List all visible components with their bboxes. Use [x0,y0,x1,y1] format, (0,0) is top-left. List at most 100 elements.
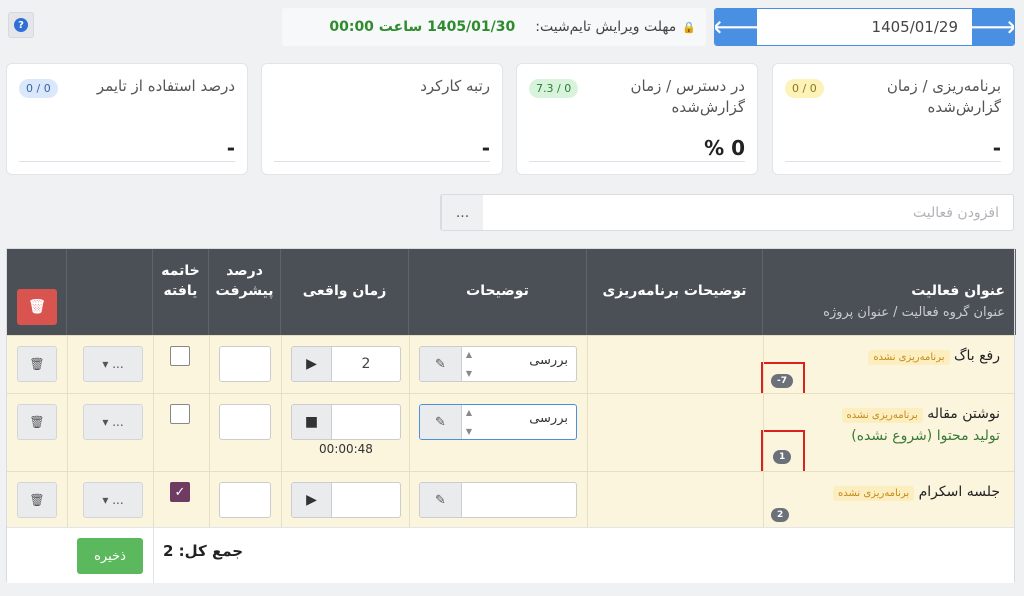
progress-input[interactable] [219,404,271,440]
activity-title: رفع باگ برنامه‌ریزی نشده [862,348,1000,365]
play-icon[interactable]: ▶ [292,483,332,517]
trash-icon: 🗑 [29,493,45,507]
card-title: درصد استفاده از تایمر [96,77,235,95]
activity-col-header: عنوان فعالیت عنوان گروه فعالیت / عنوان پ… [763,249,1016,335]
deadline-panel: 🔒 مهلت ویرایش تایم‌شیت: 1405/01/30 ساعت … [282,8,706,46]
prev-date-button[interactable]: 🡐 [714,9,761,45]
help-button[interactable]: ? [8,12,34,38]
unplanned-tag: برنامه‌ریزی نشده [832,486,915,501]
divider [67,335,68,527]
activity-name: رفع باگ [953,348,1000,364]
delete-all-button[interactable]: 🗑 [17,289,57,325]
row-menu-label: ... [112,493,124,507]
table-footer: ذخیره جمع کل: 2 [7,527,1014,583]
trash-icon: 🗑 [29,357,45,371]
stat-card-rank: رتبه کارکرد - [261,63,503,175]
desc-input[interactable] [462,483,576,517]
edit-icon[interactable]: ✎ [420,347,462,381]
card-badge: 0 / 0 [785,79,824,98]
done-checkbox[interactable] [170,346,190,366]
header-progress: درصد پیشرفت [215,263,274,299]
header-activity-sub: عنوان گروه فعالیت / عنوان پروژه [823,305,1005,320]
total-count: جمع کل: 2 [163,542,244,560]
activity-title: نوشتن مقاله برنامه‌ریزی نشده [836,406,1000,423]
time-col-header: زمان واقعی [281,249,409,335]
card-value: - [481,136,490,160]
delete-row-button[interactable]: 🗑 [17,404,57,440]
planning-desc-col-header: توضیحات برنامه‌ریزی [587,249,763,335]
desc-input[interactable]: بررسی [476,405,576,439]
progress-input[interactable] [219,346,271,382]
divider [209,335,210,527]
divider [19,161,235,162]
date-field[interactable]: 1405/01/29 [757,9,972,45]
delete-row-button[interactable]: 🗑 [17,346,57,382]
card-value: - [226,136,235,160]
next-date-button[interactable]: 🡒 [969,9,1014,45]
card-value: % 0 [704,136,745,160]
divider [274,161,490,162]
caret-down-icon: ▾ [102,493,109,507]
spin-icon: ▲ ▼ [465,408,473,436]
check-icon: ✓ [174,484,186,500]
activity-name: نوشتن مقاله [927,406,1000,422]
row-menu-button[interactable]: ▾ ... [83,482,143,518]
timesheet-table: 🗑 خاتمه یافته درصد پیشرفت زمان واقعی توض… [6,248,1016,583]
spin-icon: ▲ ▼ [465,350,473,378]
actual-time-field: ▶ [291,482,401,518]
card-title: رتبه کارکرد [420,77,490,95]
activity-subtitle: تولید محتوا (شروع نشده) [851,428,1000,444]
count-pill: 1 [773,450,792,464]
done-col-header: خاتمه یافته [153,249,209,335]
row-menu-button[interactable]: ▾ ... [83,346,143,382]
save-button[interactable]: ذخیره [77,538,143,574]
lock-icon: 🔒 [682,20,696,34]
divider [153,528,154,583]
actual-time-input[interactable]: 2 [332,347,400,381]
divider [785,161,1001,162]
table-header: 🗑 خاتمه یافته درصد پیشرفت زمان واقعی توض… [7,249,1016,335]
caret-down-icon: ▾ [102,415,109,429]
row-menu-label: ... [112,357,124,371]
add-activity-more-button[interactable]: ... [441,195,483,230]
divider [281,335,282,527]
add-activity-input[interactable]: افزودن فعالیت [483,195,1013,230]
divider [587,335,588,527]
more-col-header [67,249,153,335]
done-checkbox[interactable] [170,404,190,424]
trash-icon: 🗑 [29,415,45,429]
table-row: 🗑 ▾ ... ✓ ▶ ✎ جلسه اسکرام برنامه‌ریزی نش… [7,471,1014,527]
progress-col-header: درصد پیشرفت [209,249,281,335]
row-menu-label: ... [112,415,124,429]
stat-card-available: در دسترس / زمان گزارش‌شده 7.3 / 0 % 0 [516,63,758,175]
edit-icon[interactable]: ✎ [420,483,462,517]
divider [529,161,745,162]
unplanned-tag: برنامه‌ریزی نشده [841,408,923,423]
divider [763,335,764,527]
row-menu-button[interactable]: ▾ ... [83,404,143,440]
stat-card-planning: برنامه‌ریزی / زمان گزارش‌شده 0 / 0 - [772,63,1014,175]
done-checkbox[interactable]: ✓ [170,482,190,502]
edit-icon[interactable]: ✎ [420,405,462,439]
header-planning-desc: توضیحات برنامه‌ریزی [602,283,747,299]
desc-col-header: توضیحات [409,249,587,335]
table-row: 🗑 ▾ ... ▶ 2 ✎ ▲ ▼ بررسی رفع باگ برنامه‌ری… [7,335,1014,400]
actual-time-input[interactable] [332,405,400,439]
progress-input[interactable] [219,482,271,518]
timer-readout: 00:00:48 [319,442,373,456]
delete-col-header: 🗑 [7,249,67,335]
header-activity-title: عنوان فعالیت [911,283,1005,299]
add-activity-field: ... افزودن فعالیت [440,194,1014,231]
date-navigator: 🡐 1405/01/29 🡒 [714,8,1015,46]
header-done: خاتمه یافته [161,263,200,299]
arrow-left-icon: 🡐 [714,16,761,38]
question-circle-icon: ? [14,18,28,32]
card-title: در دسترس / زمان گزارش‌شده [630,77,745,116]
stop-icon[interactable]: ■ [292,405,332,439]
divider [153,335,154,527]
delete-row-button[interactable]: 🗑 [17,482,57,518]
play-icon[interactable]: ▶ [292,347,332,381]
deadline-label: مهلت ویرایش تایم‌شیت: [535,19,677,35]
desc-input[interactable]: بررسی [476,347,576,381]
actual-time-input[interactable] [332,483,400,517]
